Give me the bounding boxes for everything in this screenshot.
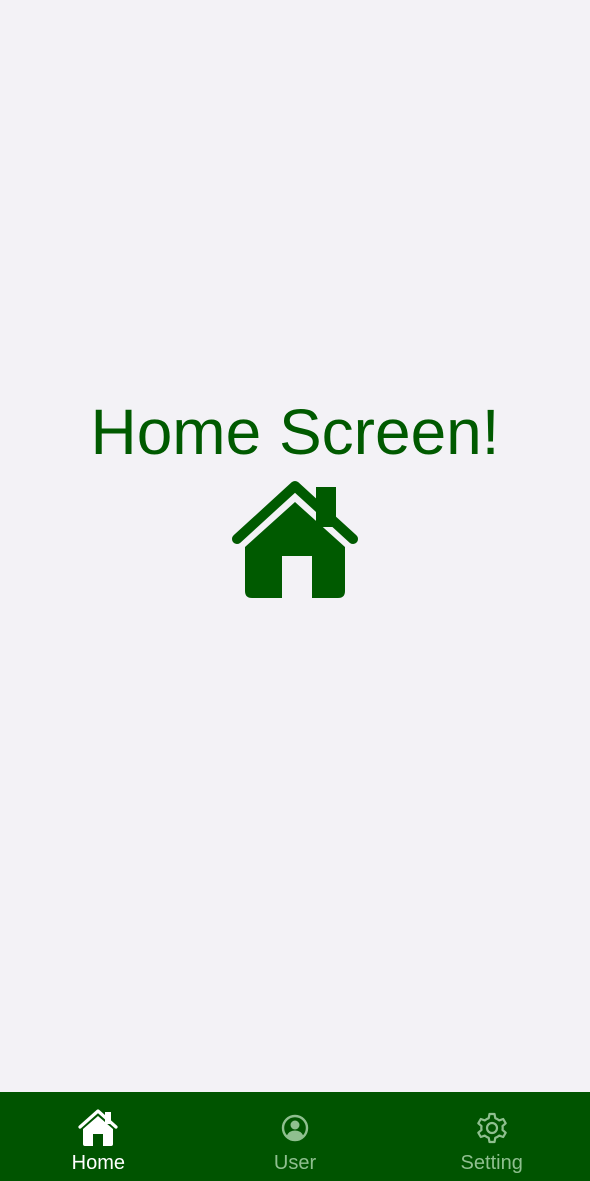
tab-home-label: Home [71,1152,126,1174]
tab-user-label: User [273,1152,317,1174]
user-icon [281,1114,309,1142]
bottom-tab-bar: Home User Setting [0,1092,590,1181]
tab-setting-label: Setting [460,1152,523,1174]
page-title: Home Screen! [90,396,500,468]
tab-user[interactable]: User [197,1092,394,1181]
gear-icon [476,1112,507,1144]
home-screen: Home Screen! [0,0,590,1092]
tab-home[interactable]: Home [0,1092,197,1181]
tab-setting[interactable]: Setting [393,1092,590,1181]
home-icon [78,1109,118,1146]
home-icon [232,481,358,598]
